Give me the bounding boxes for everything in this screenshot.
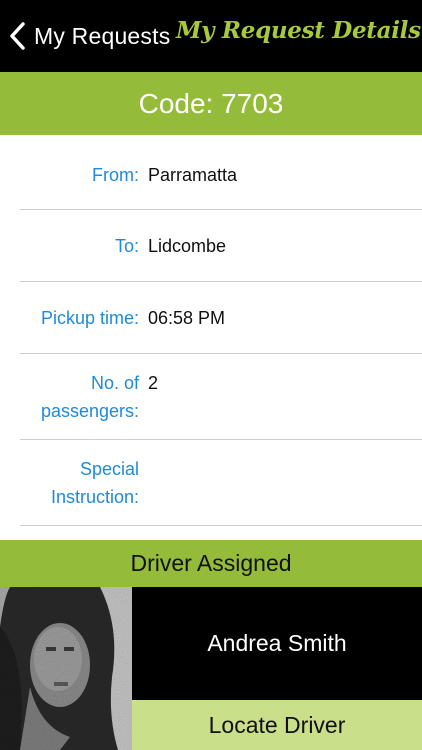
driver-assigned-label: Driver Assigned [130,550,292,576]
detail-row-pickup-time: Pickup time: 06:58 PM [0,282,422,354]
detail-row-special-instruction: Special Instruction: [0,440,422,526]
driver-photo-image [0,587,132,750]
back-label: My Requests [34,22,171,49]
pickup-time-value: 06:58 PM [148,308,226,328]
detail-row-passengers: No. of passengers: 2 [0,354,422,440]
driver-assigned-header: Driver Assigned [0,540,422,587]
from-value: Parramatta [148,165,238,185]
section-spacer [0,526,422,540]
passengers-label-line2: passengers: [40,401,139,421]
passengers-value: 2 [148,373,159,393]
passengers-label: No. of passengers: [4,369,139,425]
special-instruction-label-line1: Special [79,459,139,479]
chevron-left-icon [8,21,26,51]
detail-row-from: From: Parramatta [0,135,422,210]
request-code-banner: Code: 7703 [0,72,422,135]
page-title: My Request Details [176,17,421,44]
navigation-bar: My Requests My Request Details [0,0,422,72]
detail-row-to: To: Lidcombe [0,210,422,282]
pickup-time-label: Pickup time: [40,308,139,328]
to-value: Lidcombe [148,236,227,256]
passengers-label-line1: No. of [90,373,139,393]
to-label: To: [114,236,139,256]
driver-name: Andrea Smith [207,630,347,656]
driver-name-panel: Andrea Smith [132,587,422,700]
locate-driver-label: Locate Driver [208,711,346,738]
locate-driver-button[interactable]: Locate Driver [132,700,422,750]
back-button[interactable]: My Requests [8,16,170,56]
request-code: Code: 7703 [138,87,284,119]
special-instruction-label: Special Instruction: [4,455,139,511]
driver-photo [0,587,132,750]
from-label: From: [92,165,139,185]
special-instruction-label-line2: Instruction: [50,487,139,507]
